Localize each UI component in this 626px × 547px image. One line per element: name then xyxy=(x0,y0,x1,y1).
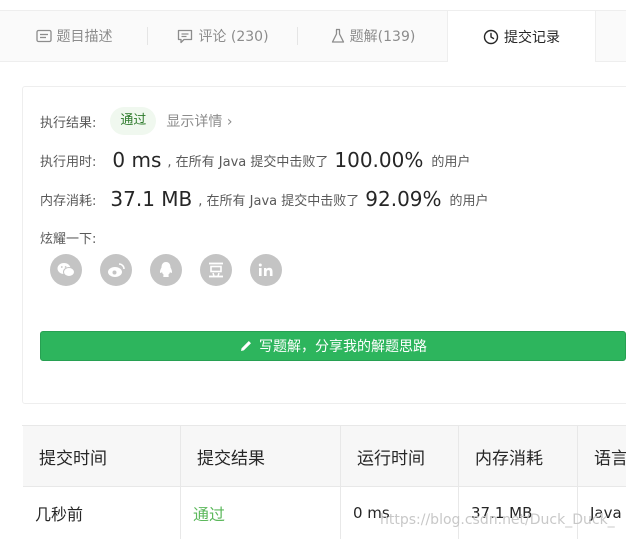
memory-row: 内存消耗: 37.1 MB , 在所有 Java 提交中击败了 92.09% 的… xyxy=(40,187,489,211)
problem-tabs: 题目描述 评论 (230) 题解(139) 提交记录 xyxy=(0,10,626,62)
memory-percent: 92.09% xyxy=(365,187,442,211)
tab-comments[interactable]: 评论 (230) xyxy=(148,11,298,61)
wechat-icon[interactable] xyxy=(50,254,82,286)
qq-icon[interactable] xyxy=(150,254,182,286)
linkedin-icon[interactable] xyxy=(250,254,282,286)
share-label: 炫耀一下: xyxy=(40,232,97,247)
tab-solutions[interactable]: 题解(139) xyxy=(298,11,448,61)
result-row: 执行结果: 通过 显示详情 › xyxy=(40,107,232,135)
header-memory: 内存消耗 xyxy=(459,426,578,486)
runtime-suffix: 的用户 xyxy=(431,154,471,170)
header-submit-time: 提交时间 xyxy=(23,426,181,486)
pencil-icon xyxy=(239,339,253,353)
write-solution-label: 写题解，分享我的解题思路 xyxy=(259,339,427,355)
memory-text: , 在所有 Java 提交中击败了 xyxy=(198,193,360,209)
result-label: 执行结果: xyxy=(40,115,97,131)
tab-submissions-label: 提交记录 xyxy=(504,29,560,46)
tab-description-label: 题目描述 xyxy=(56,29,113,45)
comment-icon xyxy=(177,29,193,44)
runtime-text: , 在所有 Java 提交中击败了 xyxy=(167,154,329,170)
memory-label: 内存消耗: xyxy=(40,193,97,209)
runtime-value: 0 ms xyxy=(112,148,162,172)
tab-submissions[interactable]: 提交记录 xyxy=(447,11,596,62)
runtime-label: 执行用时: xyxy=(40,154,97,170)
watermark: https://blog.csdn.net/Duck_Duck_ xyxy=(380,512,615,528)
cell-submit-result[interactable]: 通过 xyxy=(181,487,341,539)
header-language: 语言 xyxy=(594,448,626,469)
memory-suffix: 的用户 xyxy=(449,193,489,209)
cell-submit-time: 几秒前 xyxy=(23,487,181,539)
clock-icon xyxy=(483,29,499,45)
table-header: 提交时间 提交结果 运行时间 内存消耗 语言 xyxy=(23,426,626,486)
share-row: 炫耀一下: xyxy=(40,228,96,247)
tab-comments-label: 评论 (230) xyxy=(198,29,269,45)
memory-value: 37.1 MB xyxy=(110,187,193,211)
tab-solutions-label: 题解(139) xyxy=(349,29,416,45)
runtime-percent: 100.00% xyxy=(334,148,424,172)
flask-icon xyxy=(331,28,345,44)
header-runtime: 运行时间 xyxy=(341,426,459,486)
douban-icon[interactable] xyxy=(200,254,232,286)
runtime-row: 执行用时: 0 ms , 在所有 Java 提交中击败了 100.00% 的用户 xyxy=(40,148,470,172)
show-details-link[interactable]: 显示详情 › xyxy=(166,111,232,131)
description-icon xyxy=(35,29,52,43)
weibo-icon[interactable] xyxy=(100,254,132,286)
submissions-table: 提交时间 提交结果 运行时间 内存消耗 语言 几秒前 通过 0 ms 37.1 … xyxy=(22,425,626,547)
write-solution-button[interactable]: 写题解，分享我的解题思路 xyxy=(40,331,626,361)
header-submit-result: 提交结果 xyxy=(181,426,341,486)
status-badge: 通过 xyxy=(110,107,157,135)
tab-description[interactable]: 题目描述 xyxy=(0,11,148,61)
